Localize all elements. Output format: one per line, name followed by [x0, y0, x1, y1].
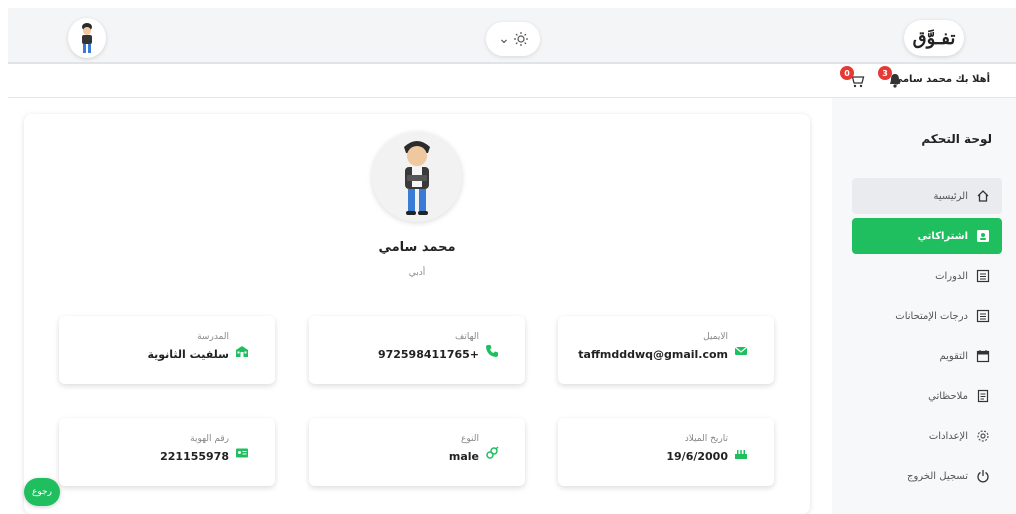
- gender-card: النوع male: [309, 418, 525, 486]
- notifications-button[interactable]: 3: [878, 66, 906, 92]
- notes-icon: [977, 389, 989, 403]
- user-avatar[interactable]: [68, 18, 106, 58]
- sidebar-item-label: اشتراكاتي: [917, 230, 968, 242]
- theme-toggle[interactable]: ⌄: [486, 22, 540, 56]
- sidebar-item-subscriptions[interactable]: اشتراكاتي: [852, 218, 1002, 254]
- phone-value: 972598411765+: [377, 348, 479, 361]
- phone-label: الهاتف: [455, 332, 479, 342]
- sidebar-item-logout[interactable]: تسجيل الخروج: [852, 458, 1002, 494]
- id-number-label: رقم الهوية: [190, 434, 229, 444]
- avatar-figure-icon: [82, 23, 92, 53]
- notifications-badge: 3: [878, 66, 892, 80]
- sidebar-item-notes[interactable]: ملاحظاتي: [852, 378, 1002, 414]
- birthdate-card: تاريخ الميلاد 19/6/2000: [558, 418, 774, 486]
- id-card-icon: [977, 230, 989, 242]
- top-bar: ⌄ تفـوَّق: [8, 8, 1016, 64]
- calendar-icon: [976, 350, 990, 363]
- sidebar-item-settings[interactable]: الإعدادات: [852, 418, 1002, 454]
- school-label: المدرسة: [197, 332, 229, 342]
- profile-card: محمد سامي أدبي الايميل taffmdddwq@gmail.…: [24, 114, 810, 514]
- phone-card: الهاتف 972598411765+: [309, 316, 525, 384]
- cake-icon: [735, 450, 747, 459]
- home-icon: [977, 190, 989, 202]
- sun-icon: [513, 32, 528, 46]
- id-icon: [236, 448, 248, 458]
- sidebar-item-calendar[interactable]: التقويم: [852, 338, 1002, 374]
- profile-photo: [372, 132, 462, 222]
- gender-icon: [486, 446, 499, 459]
- profile-name: محمد سامي: [378, 240, 456, 255]
- chevron-down-icon: ⌄: [498, 31, 510, 47]
- birthdate-value: 19/6/2000: [666, 450, 728, 463]
- school-icon: [236, 346, 248, 357]
- gender-value: male: [448, 450, 479, 463]
- sidebar-item-label: الرئيسية: [933, 190, 968, 202]
- sidebar-item-exam-grades[interactable]: درجات الإمتحانات: [852, 298, 1002, 334]
- app-logo[interactable]: تفـوَّق: [904, 20, 964, 56]
- mail-icon: [734, 346, 748, 355]
- cart-badge: 0: [840, 66, 854, 80]
- sidebar-item-label: ملاحظاتي: [928, 390, 968, 402]
- gear-icon: [977, 430, 989, 442]
- school-card: المدرسة سلفيت الثانوية: [59, 316, 275, 384]
- profile-track: أدبي: [408, 268, 426, 278]
- list-icon: [976, 309, 990, 323]
- sidebar-item-courses[interactable]: الدورات: [852, 258, 1002, 294]
- sidebar: لوحة التحكم الرئيسية اشتراكاتي الدورات د…: [832, 98, 1016, 514]
- sidebar-title: لوحة التحكم: [921, 132, 992, 146]
- greeting-text: أهلا بك محمد سامي: [892, 74, 990, 85]
- list-icon: [976, 269, 990, 283]
- school-value: سلفيت الثانوية: [147, 348, 229, 361]
- sidebar-item-label: الإعدادات: [928, 430, 968, 442]
- power-icon: [977, 470, 989, 483]
- sidebar-item-home[interactable]: الرئيسية: [852, 178, 1002, 214]
- sidebar-item-label: درجات الإمتحانات: [895, 310, 968, 322]
- email-label: الايميل: [703, 332, 728, 342]
- email-card: الايميل taffmdddwq@gmail.com: [558, 316, 774, 384]
- sub-bar: أهلا بك محمد سامي 3 0: [8, 66, 1016, 98]
- back-button[interactable]: رجوع: [24, 478, 60, 506]
- sidebar-item-label: الدورات: [935, 270, 968, 282]
- email-value: taffmdddwq@gmail.com: [578, 348, 728, 361]
- id-number-card: رقم الهوية 221155978: [59, 418, 275, 486]
- sidebar-menu: الرئيسية اشتراكاتي الدورات درجات الإمتحا…: [852, 178, 1002, 498]
- profile-figure-icon: [404, 141, 430, 215]
- sidebar-item-label: التقويم: [939, 350, 968, 362]
- gender-label: النوع: [461, 434, 479, 444]
- cart-button[interactable]: 0: [840, 66, 868, 92]
- id-number-value: 221155978: [160, 450, 229, 463]
- birthdate-label: تاريخ الميلاد: [684, 434, 728, 444]
- sidebar-item-label: تسجيل الخروج: [906, 470, 968, 482]
- phone-icon: [486, 345, 498, 357]
